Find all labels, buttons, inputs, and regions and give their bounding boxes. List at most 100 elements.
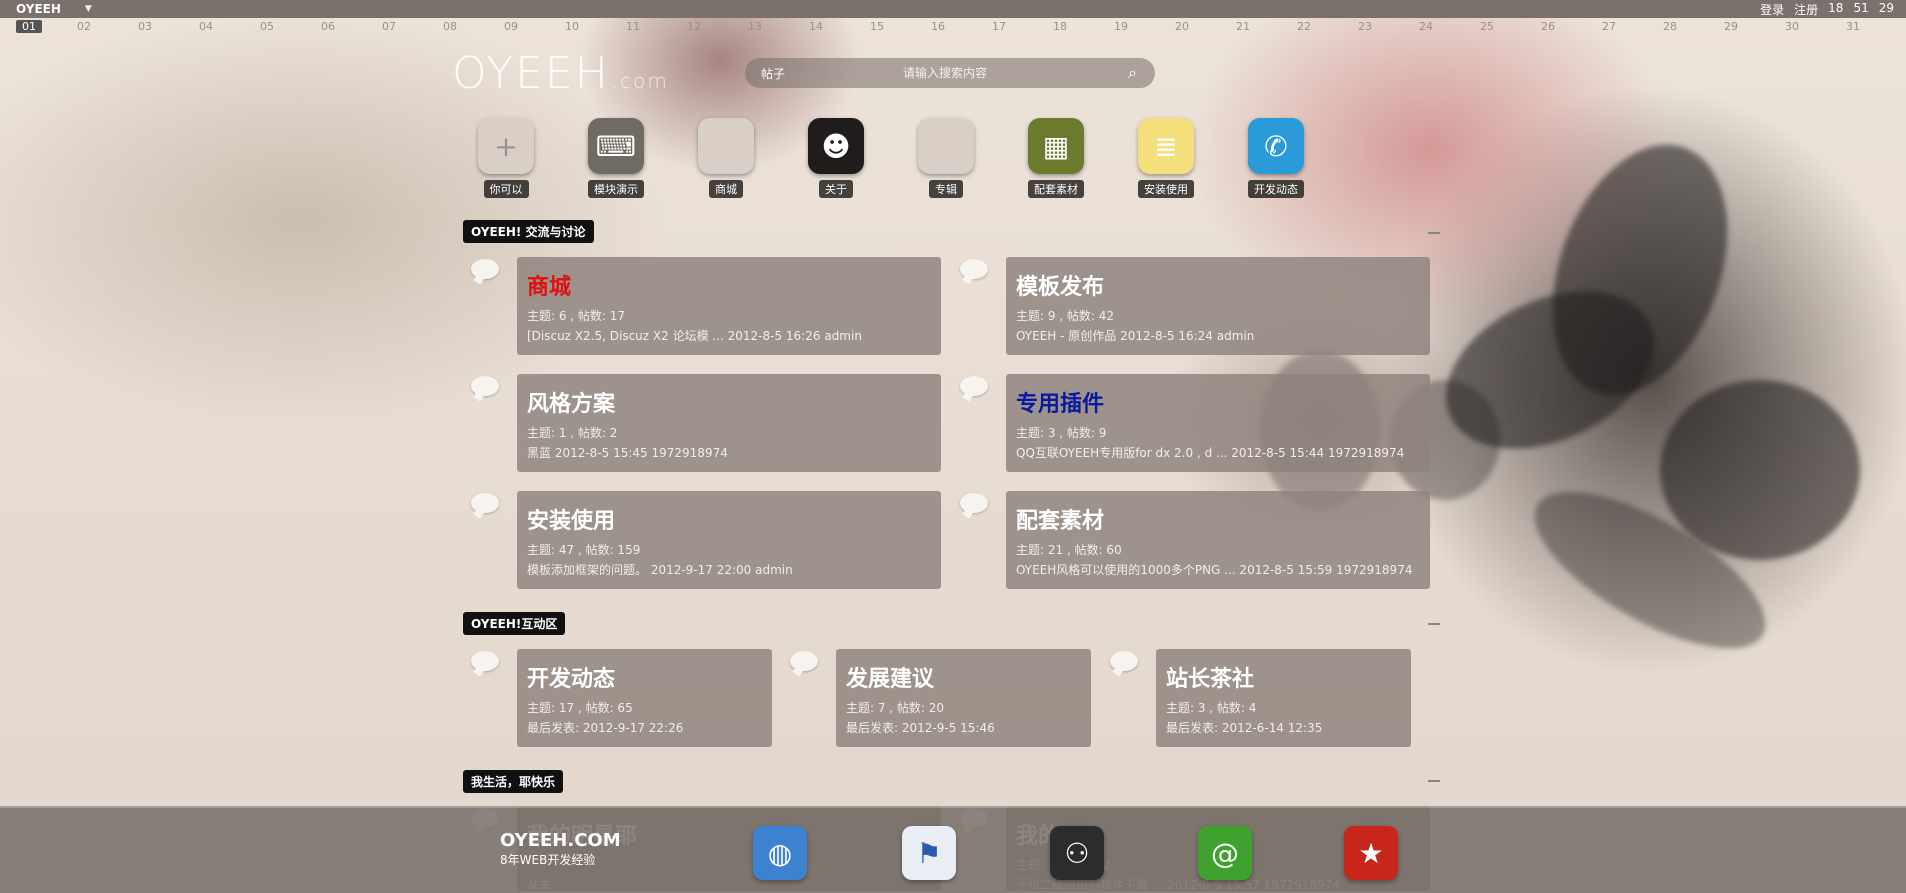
- forum-last-post[interactable]: [Discuz X2.5, Discuz X2 论坛模 ... 2012-8-5…: [527, 327, 862, 344]
- forum-title[interactable]: 风格方案: [527, 386, 615, 418]
- forum-title[interactable]: 模板发布: [1016, 269, 1104, 301]
- day-number[interactable]: 18: [1053, 20, 1067, 33]
- dock-logo[interactable]: OYEEH.COM 8年WEB开发经验: [500, 830, 621, 868]
- forum-last-post[interactable]: OYEEH风格可以使用的1000多个PNG ... 2012-8-5 15:59…: [1016, 561, 1412, 578]
- forum-last-post[interactable]: 黑蓝 2012-8-5 15:45 1972918974: [527, 444, 728, 461]
- search-input[interactable]: [901, 65, 1105, 81]
- blank-icon[interactable]: [698, 118, 754, 174]
- shop-badge-icon[interactable]: ★: [1344, 826, 1398, 880]
- phone-icon[interactable]: ✆: [1248, 118, 1304, 174]
- day-number[interactable]: 24: [1419, 20, 1433, 33]
- forum-last-post[interactable]: OYEEH - 原创作品 2012-8-5 16:24 admin: [1016, 327, 1254, 344]
- app-2[interactable]: 商城: [696, 118, 756, 198]
- day-number[interactable]: 02: [77, 20, 91, 33]
- day-number[interactable]: 05: [260, 20, 274, 33]
- collapse-toggle[interactable]: [1428, 780, 1440, 782]
- day-number[interactable]: 31: [1846, 20, 1860, 33]
- day-ruler: 01 02 03 04 05 06 07 08 09 10 11 12 13 14 15 16 17 18 19 20…: [0, 20, 1906, 36]
- forum-last-post[interactable]: 模板添加框架的问题。 2012-9-17 22:00 admin: [527, 561, 793, 578]
- section-header-life[interactable]: 我生活，耶快乐: [463, 770, 564, 793]
- day-number[interactable]: 06: [321, 20, 335, 33]
- day-number[interactable]: 07: [382, 20, 396, 33]
- forum-title[interactable]: 开发动态: [527, 661, 615, 693]
- forum-card[interactable]: 发展建议 主题: 7 , 帖数: 20 最后发表: 2012-9-5 15:46: [836, 649, 1091, 747]
- forum-title[interactable]: 安装使用: [527, 503, 615, 535]
- day-number[interactable]: 19: [1114, 20, 1128, 33]
- app-3[interactable]: ☻ 关于: [806, 118, 866, 198]
- day-number[interactable]: 08: [443, 20, 457, 33]
- search-scope-select[interactable]: 帖子: [761, 65, 901, 82]
- forum-title[interactable]: 发展建议: [846, 661, 934, 693]
- forum-title[interactable]: 商城: [527, 269, 571, 301]
- forum-last-post[interactable]: 最后发表: 2012-9-5 15:46: [846, 719, 995, 736]
- day-number[interactable]: 04: [199, 20, 213, 33]
- forum-last-post[interactable]: QQ互联OYEEH专用版for dx 2.0 , d ... 2012-8-5 …: [1016, 444, 1404, 461]
- day-number[interactable]: 11: [626, 20, 640, 33]
- notepad-icon[interactable]: ≣: [1138, 118, 1194, 174]
- flag-icon[interactable]: ⚑: [902, 826, 956, 880]
- logo-text: OYEEH: [452, 48, 610, 99]
- face-icon[interactable]: ☻: [808, 118, 864, 174]
- day-number[interactable]: 20: [1175, 20, 1189, 33]
- users-icon[interactable]: ⚇: [1050, 826, 1104, 880]
- app-7[interactable]: ✆ 开发动态: [1246, 118, 1306, 198]
- section-header-interaction[interactable]: OYEEH!互动区: [463, 612, 566, 635]
- section-header-discussion[interactable]: OYEEH! 交流与讨论: [463, 220, 594, 243]
- day-number[interactable]: 30: [1785, 20, 1799, 33]
- forum-card[interactable]: 配套素材 主题: 21 , 帖数: 60 OYEEH风格可以使用的1000多个PNG…: [1006, 491, 1430, 589]
- day-number[interactable]: 22: [1297, 20, 1311, 33]
- day-number[interactable]: 12: [687, 20, 701, 33]
- day-number[interactable]: 16: [931, 20, 945, 33]
- frame-icon[interactable]: ▦: [1028, 118, 1084, 174]
- register-link[interactable]: 注册: [1794, 1, 1818, 18]
- day-number[interactable]: 13: [748, 20, 762, 33]
- day-number[interactable]: 15: [870, 20, 884, 33]
- day-number[interactable]: 26: [1541, 20, 1555, 33]
- forum-card[interactable]: 开发动态 主题: 17 , 帖数: 65 最后发表: 2012-9-17 22:26: [517, 649, 772, 747]
- typewriter-icon[interactable]: ⌨: [588, 118, 644, 174]
- app-4[interactable]: 专辑: [916, 118, 976, 198]
- day-number[interactable]: 23: [1358, 20, 1372, 33]
- app-5[interactable]: ▦ 配套素材: [1026, 118, 1086, 198]
- day-number[interactable]: 10: [565, 20, 579, 33]
- forum-card[interactable]: 商城 主题: 6 , 帖数: 17 [Discuz X2.5, Discuz X2 …: [517, 257, 941, 355]
- globe-icon[interactable]: ◍: [753, 826, 807, 880]
- site-brand[interactable]: OYEEH: [16, 2, 61, 16]
- collapse-toggle[interactable]: [1428, 232, 1440, 234]
- app-1[interactable]: ⌨ 模块演示: [586, 118, 646, 198]
- forum-card[interactable]: 风格方案 主题: 1 , 帖数: 2 黑蓝 2012-8-5 15:45 19729…: [517, 374, 941, 472]
- caret-down-icon[interactable]: ▼: [85, 4, 92, 14]
- blank-icon[interactable]: [918, 118, 974, 174]
- forum-card[interactable]: 安装使用 主题: 47 , 帖数: 159 模板添加框架的问题。 2012-9-17…: [517, 491, 941, 589]
- app-label: 专辑: [929, 180, 963, 198]
- forum-title[interactable]: 专用插件: [1016, 386, 1104, 418]
- day-number[interactable]: 01: [16, 20, 42, 33]
- forum-card[interactable]: 专用插件 主题: 3 , 帖数: 9 QQ互联OYEEH专用版for dx 2.0 …: [1006, 374, 1430, 472]
- forum-last-post[interactable]: 最后发表: 2012-9-17 22:26: [527, 719, 683, 736]
- search-bar: 帖子 ⌕: [745, 58, 1155, 88]
- day-number[interactable]: 29: [1724, 20, 1738, 33]
- app-0[interactable]: + 你可以: [476, 118, 536, 198]
- forum-card[interactable]: 站长茶社 主题: 3 , 帖数: 4 最后发表: 2012-6-14 12:35: [1156, 649, 1411, 747]
- day-number[interactable]: 21: [1236, 20, 1250, 33]
- site-logo[interactable]: OYEEH .com: [452, 48, 669, 99]
- day-number[interactable]: 28: [1663, 20, 1677, 33]
- forum-title[interactable]: 站长茶社: [1166, 661, 1254, 693]
- forum-bubble-icon: [471, 493, 499, 513]
- day-number[interactable]: 09: [504, 20, 518, 33]
- dock-logo-main: OYEEH.COM: [500, 830, 621, 851]
- collapse-toggle[interactable]: [1428, 623, 1440, 625]
- day-number[interactable]: 17: [992, 20, 1006, 33]
- search-icon[interactable]: ⌕: [1128, 63, 1137, 83]
- day-number[interactable]: 03: [138, 20, 152, 33]
- forum-last-post[interactable]: 最后发表: 2012-6-14 12:35: [1166, 719, 1322, 736]
- day-number[interactable]: 25: [1480, 20, 1494, 33]
- day-number[interactable]: 14: [809, 20, 823, 33]
- me-icon[interactable]: @: [1198, 826, 1252, 880]
- plus-icon[interactable]: +: [478, 118, 534, 174]
- day-number[interactable]: 27: [1602, 20, 1616, 33]
- app-6[interactable]: ≣ 安装使用: [1136, 118, 1196, 198]
- login-link[interactable]: 登录: [1760, 1, 1784, 18]
- forum-title[interactable]: 配套素材: [1016, 503, 1104, 535]
- forum-card[interactable]: 模板发布 主题: 9 , 帖数: 42 OYEEH - 原创作品 2012-8-5 …: [1006, 257, 1430, 355]
